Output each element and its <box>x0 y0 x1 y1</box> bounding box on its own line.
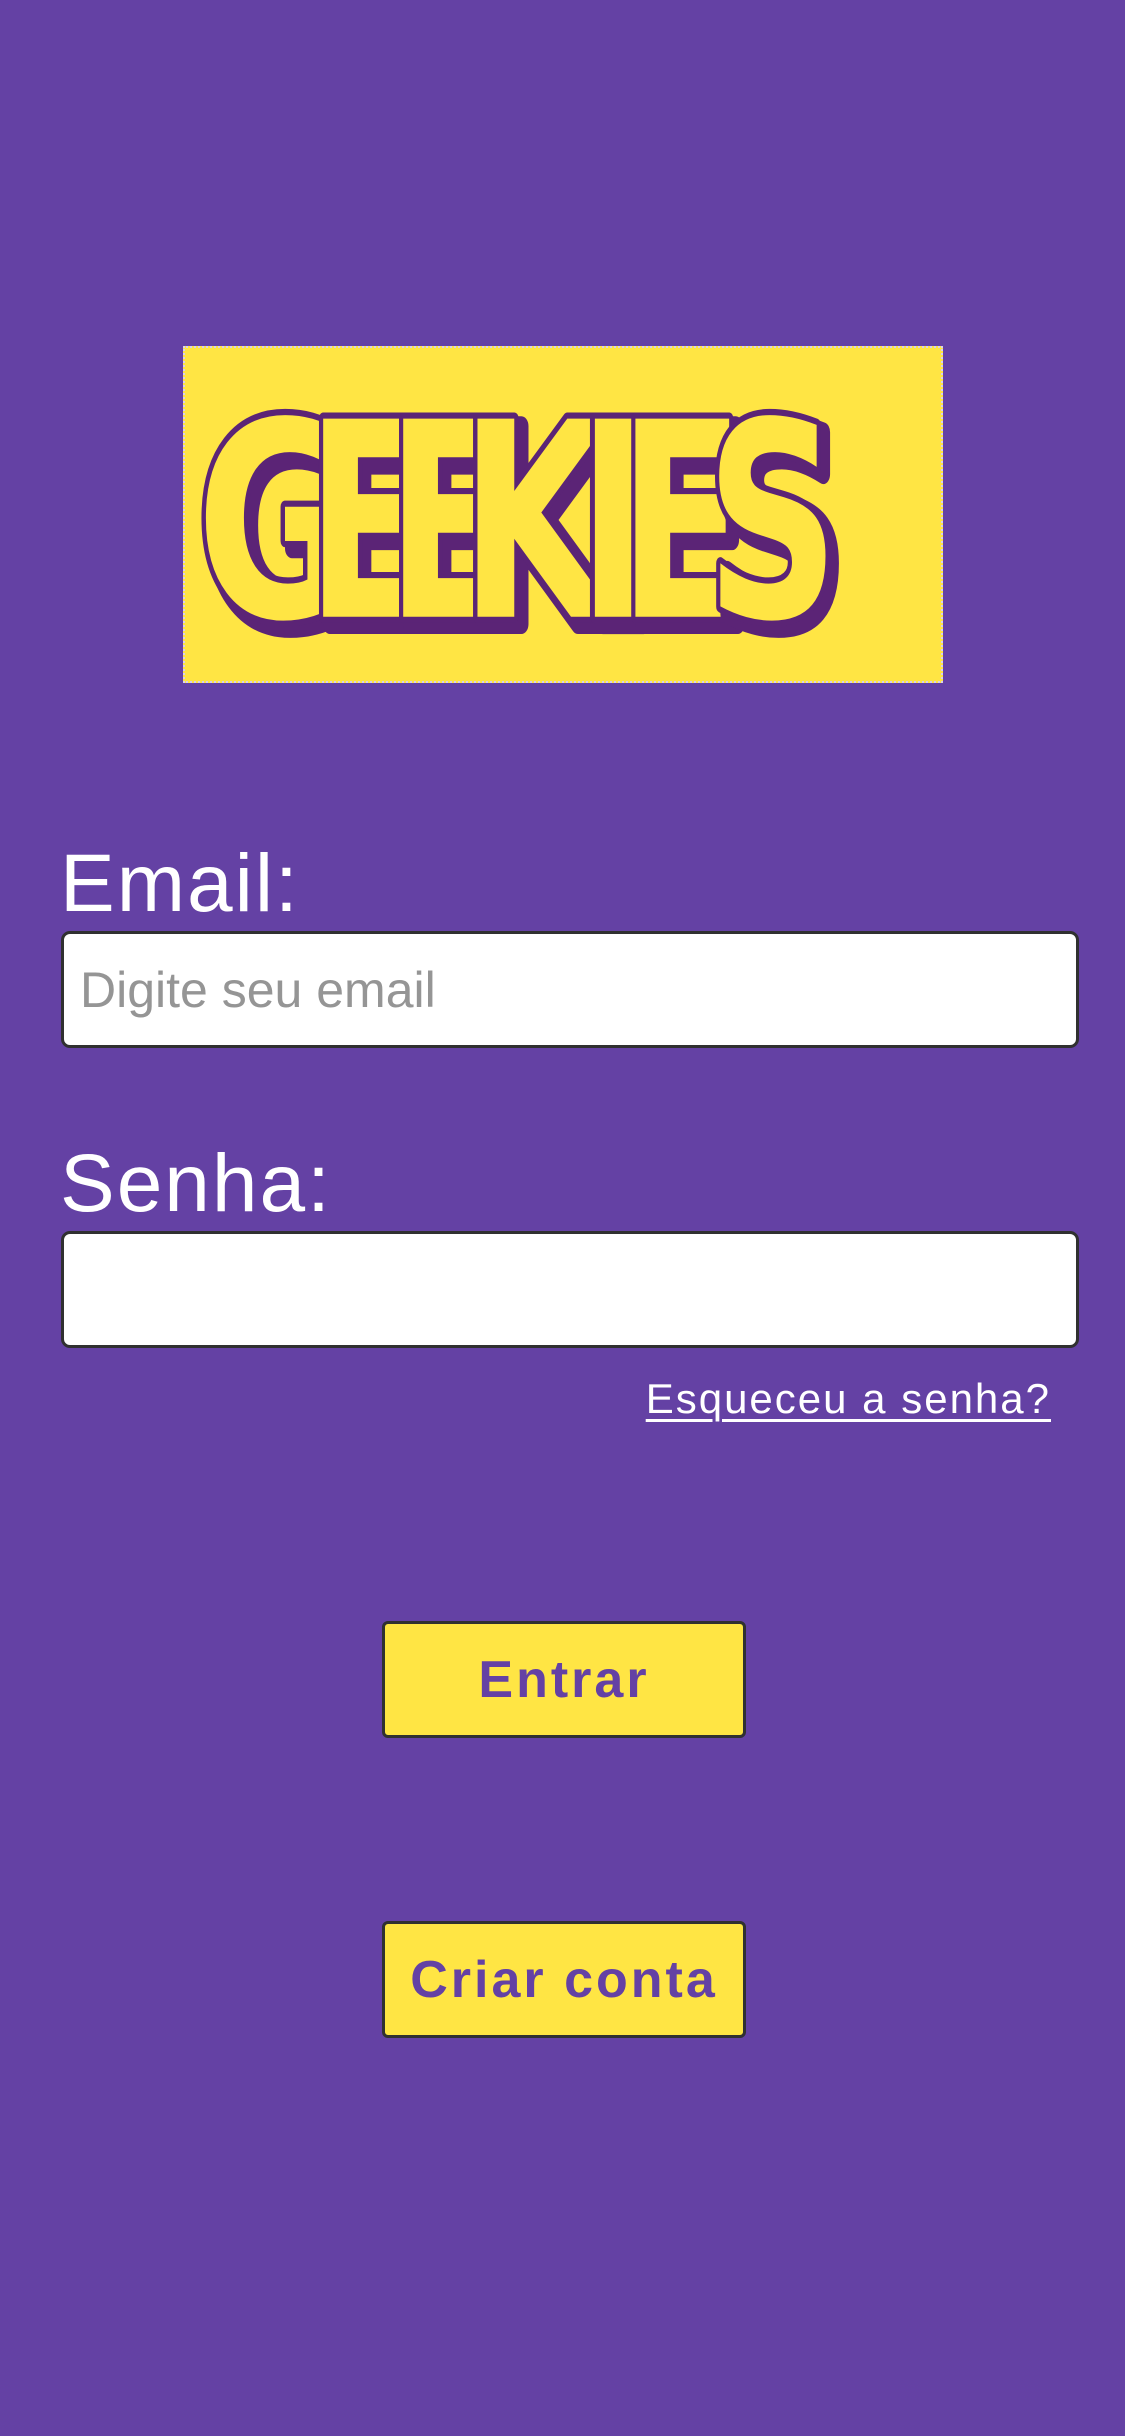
forgot-password-link[interactable]: Esqueceu a senha? <box>646 1375 1051 1423</box>
create-account-button[interactable]: Criar conta <box>382 1921 746 2038</box>
email-input[interactable] <box>61 931 1079 1048</box>
password-input[interactable] <box>61 1231 1079 1348</box>
geekies-logo-art: GGEEEEKKIIEESS <box>191 359 854 681</box>
geekies-logo: GGEEEEKKIIEESS <box>183 346 943 683</box>
password-label: Senha: <box>60 1138 332 1229</box>
login-button[interactable]: Entrar <box>382 1621 746 1738</box>
email-label: Email: <box>60 838 300 929</box>
logo-letter: S <box>706 364 839 681</box>
